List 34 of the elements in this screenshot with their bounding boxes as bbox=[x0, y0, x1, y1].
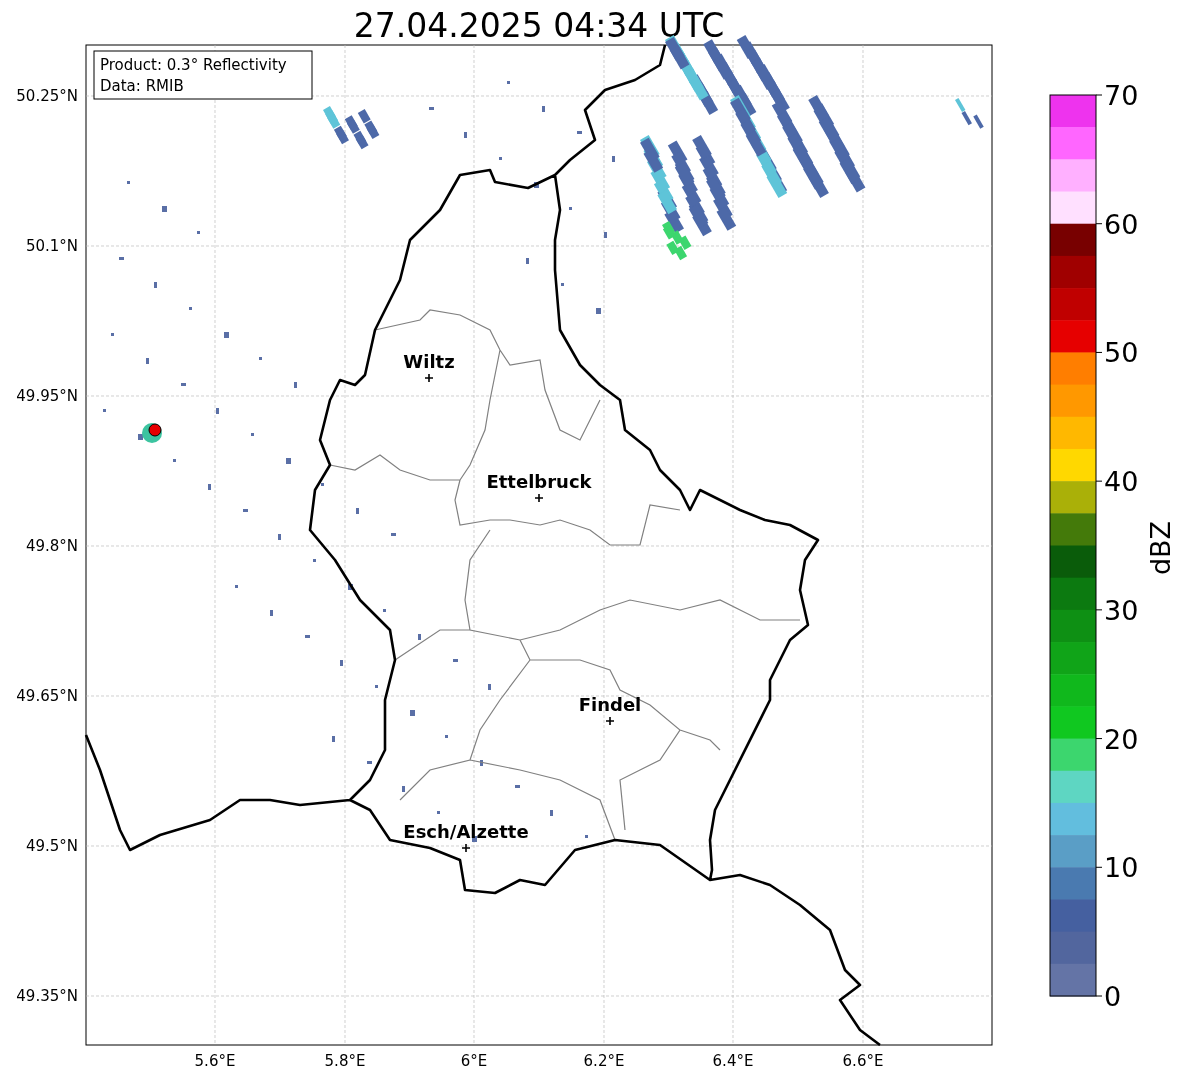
x-tick-label: 6.2°E bbox=[583, 1052, 625, 1070]
chart-title: 27.04.2025 04:34 UTC bbox=[353, 6, 725, 45]
y-tick-label: 49.35°N bbox=[16, 987, 78, 1005]
x-tick-label: 5.8°E bbox=[324, 1052, 366, 1070]
colorbar-tick-label: 60 bbox=[1104, 208, 1139, 240]
colorbar-tick-label: 20 bbox=[1104, 723, 1139, 755]
colorbar-tick-label: 40 bbox=[1104, 466, 1139, 498]
y-tick-label: 49.5°N bbox=[25, 837, 78, 855]
colorbar-tick-label: 30 bbox=[1104, 594, 1139, 626]
y-tick-label: 49.65°N bbox=[16, 687, 78, 705]
city-label: Wiltz bbox=[403, 351, 455, 372]
radar-site-icon bbox=[142, 423, 162, 443]
city-marker-icon bbox=[534, 493, 544, 503]
y-tick-label: 49.8°N bbox=[25, 537, 78, 555]
colorbar-tick-label: 70 bbox=[1104, 80, 1139, 111]
x-tick-label: 6.4°E bbox=[712, 1052, 754, 1070]
colorbar-tick-label: 0 bbox=[1104, 981, 1122, 1012]
city-label: Ettelbruck bbox=[486, 471, 592, 492]
x-tick-label: 6°E bbox=[460, 1052, 488, 1070]
x-tick-label: 5.6°E bbox=[194, 1052, 236, 1070]
y-tick-label: 49.95°N bbox=[16, 387, 78, 405]
city-label: Findel bbox=[578, 694, 642, 715]
colorbar-tick-label: 10 bbox=[1104, 852, 1139, 884]
legend-text: Data: RMIB bbox=[100, 77, 184, 95]
city-marker-icon bbox=[605, 716, 615, 726]
x-tick-label: 6.6°E bbox=[842, 1052, 884, 1070]
colorbar-tick-label: 50 bbox=[1104, 337, 1139, 369]
legend-text: Product: 0.3° Reflectivity bbox=[100, 56, 287, 74]
city-marker-icon bbox=[461, 843, 471, 853]
y-tick-label: 50.1°N bbox=[25, 237, 78, 255]
colorbar-label: dBZ bbox=[1145, 520, 1176, 576]
y-tick-label: 50.25°N bbox=[16, 87, 78, 105]
city-label: Esch/Alzette bbox=[403, 821, 529, 842]
city-marker-icon bbox=[424, 373, 434, 383]
